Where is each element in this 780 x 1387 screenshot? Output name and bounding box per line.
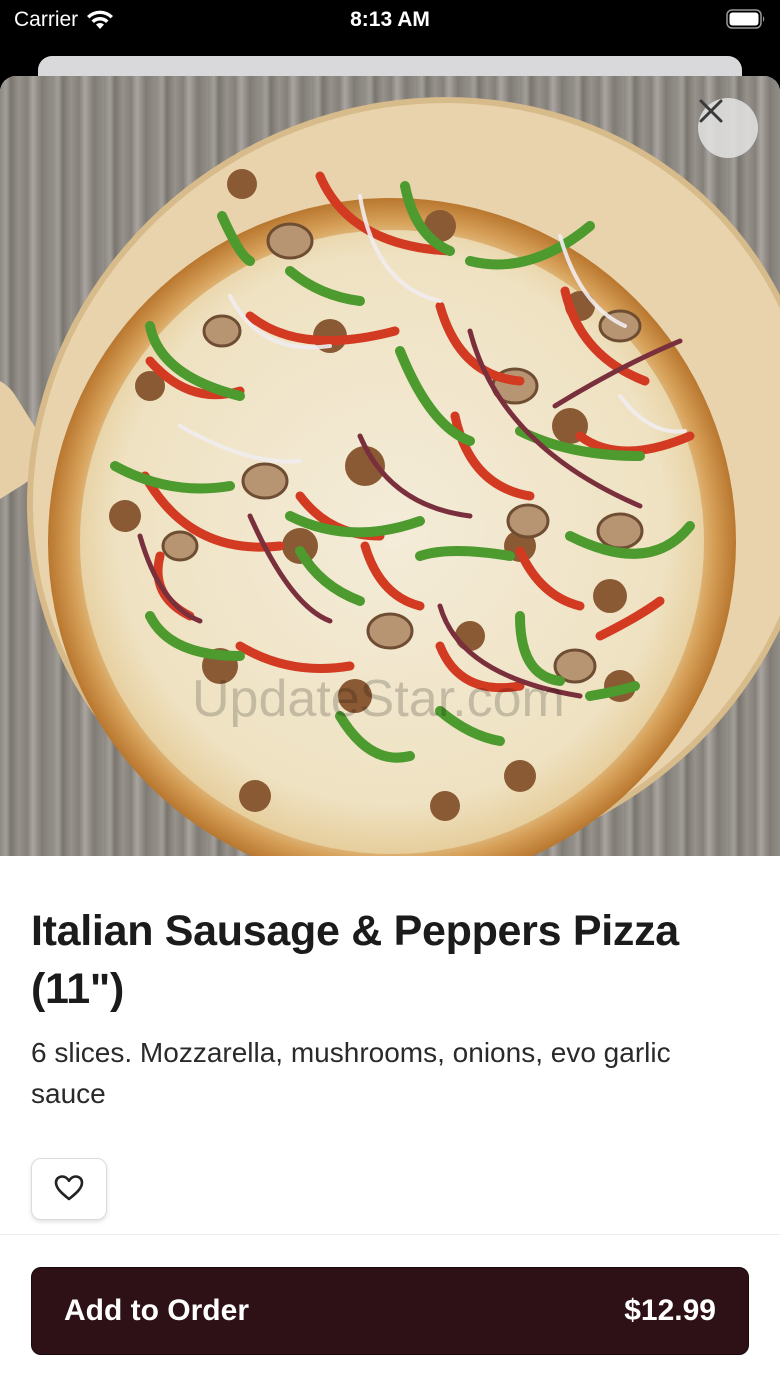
status-time: 8:13 AM: [350, 8, 430, 31]
product-details: Italian Sausage & Peppers Pizza (11") 6 …: [31, 902, 749, 1114]
product-title: Italian Sausage & Peppers Pizza (11"): [31, 907, 679, 1013]
battery-icon: [726, 9, 766, 29]
add-to-order-label: Add to Order: [64, 1294, 249, 1327]
favorite-button[interactable]: [31, 1158, 107, 1220]
price-label: $12.99: [624, 1294, 716, 1327]
item-detail-sheet: UpdateStar.com Italian Sausage & Peppers…: [0, 76, 780, 1387]
add-to-order-button[interactable]: Add to Order $12.99: [31, 1267, 749, 1355]
product-description: 6 slices. Mozzarella, mushrooms, onions,…: [31, 1037, 671, 1109]
heart-outline-icon: [54, 1174, 84, 1205]
image-watermark: UpdateStar.com: [192, 670, 565, 728]
status-bar: Carrier 8:13 AM: [0, 0, 780, 44]
product-image: UpdateStar.com: [0, 76, 780, 856]
footer-divider: [0, 1234, 780, 1235]
close-button[interactable]: [698, 98, 758, 158]
